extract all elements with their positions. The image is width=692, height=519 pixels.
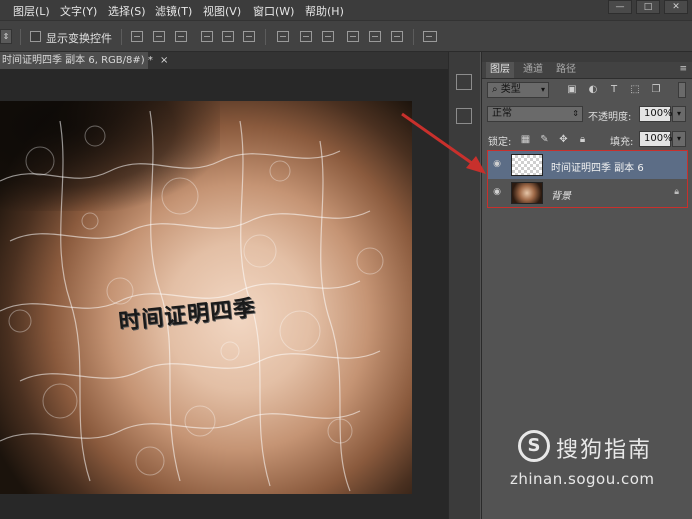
fill-label: 填充:: [610, 137, 634, 148]
layer-name[interactable]: 背景: [551, 187, 571, 202]
auto-align-icon[interactable]: [423, 31, 437, 42]
menu-select[interactable]: 选择(S): [108, 3, 146, 19]
document-tab-title: 时间证明四季 副本 6, RGB/8#) *: [2, 55, 153, 66]
filter-type-icon[interactable]: T: [608, 84, 620, 96]
distribute-right-icon[interactable]: [391, 31, 403, 42]
filter-adjustment-icon[interactable]: ◐: [587, 84, 599, 96]
document-canvas[interactable]: 时间证明四季: [0, 101, 412, 494]
tab-close-icon[interactable]: ×: [160, 55, 168, 66]
show-transform-checkbox[interactable]: [30, 31, 41, 42]
minimize-button[interactable]: —: [608, 0, 632, 14]
panel-header-strip: [482, 52, 692, 62]
align-bottom-icon[interactable]: [175, 31, 187, 42]
menu-filter[interactable]: 滤镜(T): [155, 3, 192, 19]
sogou-logo-icon: S: [518, 430, 550, 462]
menu-layer[interactable]: 图层(L): [13, 3, 50, 19]
panel-tabs: 图层 通道 路径 ≡: [482, 62, 692, 79]
panel-menu-icon[interactable]: ≡: [679, 64, 687, 74]
distribute-vcenter-icon[interactable]: [300, 31, 312, 42]
tab-layers[interactable]: 图层: [486, 62, 514, 78]
layer-thumbnail: [511, 182, 543, 204]
eye-icon[interactable]: ◉: [491, 187, 503, 197]
tool-preset-dropdown[interactable]: ⇕: [0, 29, 12, 44]
watermark: S 搜狗指南 zhinan.sogou.com: [510, 430, 680, 500]
history-panel-icon[interactable]: [456, 74, 472, 90]
opacity-label: 不透明度:: [588, 112, 632, 123]
align-top-icon[interactable]: [131, 31, 143, 42]
canvas-workspace[interactable]: 时间证明四季: [0, 69, 448, 519]
filter-kind-value: 类型: [500, 84, 521, 95]
lock-all-icon[interactable]: 🔒︎: [577, 134, 588, 145]
search-icon: ⌕: [492, 84, 501, 95]
align-hcenter-icon[interactable]: [222, 31, 234, 42]
layer-name[interactable]: 时间证明四季 副本 6: [551, 159, 644, 174]
align-vcenter-icon[interactable]: [153, 31, 165, 42]
blend-mode-dropdown[interactable]: 正常 ⇕: [487, 106, 583, 122]
distribute-bottom-icon[interactable]: [322, 31, 334, 42]
close-window-button[interactable]: ✕: [664, 0, 688, 14]
document-tab[interactable]: 时间证明四季 副本 6, RGB/8#) * ×: [0, 52, 168, 69]
layer-list: ◉ 时间证明四季 副本 6 ◉ 背景 🔒︎: [487, 150, 688, 208]
fill-input[interactable]: 100%: [639, 131, 673, 147]
menu-help[interactable]: 帮助(H): [305, 3, 344, 19]
eye-icon[interactable]: ◉: [491, 159, 503, 169]
watermark-url: zhinan.sogou.com: [510, 470, 655, 488]
distribute-hcenter-icon[interactable]: [369, 31, 381, 42]
fill-slider-button[interactable]: ▾: [672, 131, 686, 147]
layer-thumbnail: [511, 154, 543, 176]
filter-smart-object-icon[interactable]: ❐: [650, 84, 662, 96]
chevron-down-icon: ⇕: [572, 109, 579, 118]
window-controls: — □ ✕: [608, 0, 688, 14]
align-left-icon[interactable]: [201, 31, 213, 42]
distribute-left-icon[interactable]: [347, 31, 359, 42]
distribute-top-icon[interactable]: [277, 31, 289, 42]
document-tab-bar: 时间证明四季 副本 6, RGB/8#) * ×: [0, 52, 448, 69]
maximize-button[interactable]: □: [636, 0, 660, 14]
layer-row[interactable]: ◉ 背景 🔒︎: [488, 179, 687, 207]
menu-view[interactable]: 视图(V): [203, 3, 241, 19]
filter-shape-icon[interactable]: ⬚: [629, 84, 641, 96]
lock-icon: 🔒︎: [674, 187, 679, 197]
menu-window[interactable]: 窗口(W): [253, 3, 294, 19]
filter-kind-dropdown[interactable]: ⌕ 类型 ▾: [487, 82, 549, 98]
opacity-slider-button[interactable]: ▾: [672, 106, 686, 122]
separator: [121, 29, 122, 45]
lock-transparent-icon[interactable]: ▦: [520, 134, 531, 145]
show-transform-label: 显示变换控件: [46, 32, 112, 45]
tab-channels[interactable]: 通道: [519, 62, 547, 78]
opacity-input[interactable]: 100%: [639, 106, 673, 122]
separator: [413, 29, 414, 45]
fill-value: 100%: [644, 133, 673, 144]
lock-brush-icon[interactable]: ✎: [539, 134, 550, 145]
opacity-value: 100%: [644, 108, 673, 119]
align-right-icon[interactable]: [243, 31, 255, 42]
blend-mode-value: 正常: [492, 108, 512, 119]
separator: [265, 29, 266, 45]
menu-type[interactable]: 文字(Y): [60, 3, 97, 19]
separator: [20, 29, 21, 45]
lock-position-icon[interactable]: ✥: [558, 134, 569, 145]
watermark-brand: 搜狗指南: [556, 438, 653, 463]
options-bar: ⇕ 显示变换控件: [0, 20, 692, 52]
menu-bar: 图层(L) 文字(Y) 选择(S) 滤镜(T) 视图(V) 窗口(W) 帮助(H…: [0, 0, 692, 20]
annotation-arrow: [401, 112, 486, 174]
tab-paths[interactable]: 路径: [552, 62, 580, 78]
filter-toggle[interactable]: [678, 82, 686, 98]
layer-row[interactable]: ◉ 时间证明四季 副本 6: [488, 151, 687, 179]
filter-pixel-icon[interactable]: ▣: [566, 84, 578, 96]
chevron-down-icon: ▾: [540, 85, 545, 94]
